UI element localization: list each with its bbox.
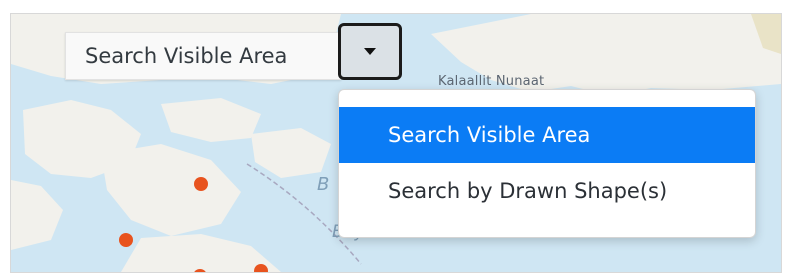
map-view[interactable]: Kalaallit Nunaat B Bay Search Visible Ar… <box>11 14 781 272</box>
search-mode-value: Search Visible Area <box>85 44 288 68</box>
search-mode-dropdown-button[interactable] <box>338 23 402 80</box>
map-label-region: Kalaallit Nunaat <box>438 74 545 89</box>
menu-item-label: Search by Drawn Shape(s) <box>388 179 668 203</box>
map-label-bay-initial: B <box>317 174 330 195</box>
menu-item-search-visible-area[interactable]: Search Visible Area <box>339 107 755 163</box>
search-mode-menu: Search Visible Area Search by Drawn Shap… <box>338 89 756 238</box>
menu-item-search-drawn-shapes[interactable]: Search by Drawn Shape(s) <box>339 163 755 219</box>
search-mode-select[interactable]: Search Visible Area <box>65 32 341 80</box>
map-marker[interactable] <box>194 177 208 191</box>
menu-item-label: Search Visible Area <box>388 123 591 147</box>
map-marker[interactable] <box>119 233 133 247</box>
caret-down-icon <box>364 48 376 55</box>
